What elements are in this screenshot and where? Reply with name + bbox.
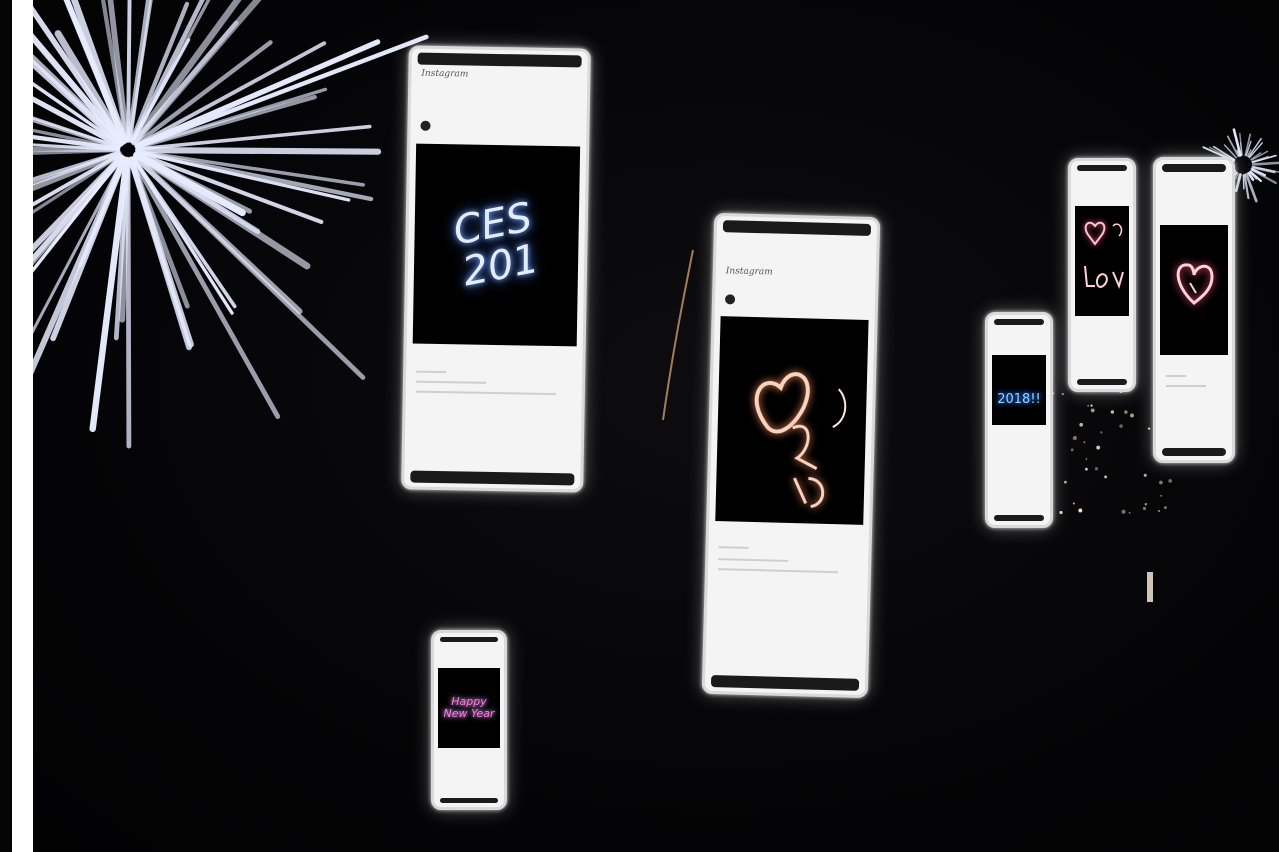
sparkle-dot: [1061, 393, 1064, 396]
post-neon-text: 2018!!: [997, 392, 1041, 408]
avatar: [420, 120, 431, 131]
phone-bottom-bar: [440, 798, 498, 803]
sparkle-dot: [1100, 431, 1103, 434]
post-image: [1160, 225, 1228, 355]
love-sparkler-drawing: [1084, 221, 1124, 289]
phone-top-bar: [1162, 164, 1226, 172]
sparkle-dot: [1059, 510, 1063, 515]
sparkle-dot: [1110, 410, 1115, 414]
sparkle-dot: [1079, 422, 1083, 427]
sparkle-dot: [1128, 511, 1131, 514]
sparkle-dot: [1160, 494, 1163, 497]
phone-top-bar: [994, 319, 1044, 325]
fireworks-layer: [33, 0, 1279, 602]
sparkle-dot: [1085, 467, 1088, 471]
phone-2018: 2018!!: [985, 312, 1053, 528]
sparkle-dot: [1078, 508, 1083, 513]
caption-line: [717, 568, 838, 574]
sparkle-dot: [1090, 404, 1093, 407]
caption-line: [1166, 375, 1186, 377]
caption-line: [416, 380, 487, 384]
sparkle-dot: [1090, 408, 1095, 413]
caption-line: [718, 558, 789, 562]
lamp-light: [1147, 572, 1153, 602]
sparkle-dot: [1144, 503, 1148, 506]
sparkle-dot: [1124, 410, 1128, 414]
phone-heart-center: Instagram: [701, 212, 881, 699]
sparkle-dot: [1072, 502, 1075, 505]
post-neon-text: Happy New Year: [443, 695, 495, 720]
fireworks-photo: Instagram CES 201 Instagram 2018!! Happy…: [33, 0, 1279, 852]
caption-line: [1166, 385, 1206, 387]
firework-streak: [134, 146, 382, 155]
post-neon-drawing: Happy New Year: [438, 668, 500, 748]
post-image: 2018!!: [992, 355, 1046, 425]
post-neon-drawing: CES 201: [413, 144, 580, 347]
phone-heart-right: [1153, 157, 1235, 463]
sparkle-dot: [1119, 424, 1123, 428]
caption-line: [416, 370, 447, 374]
phone-top-bar: [417, 52, 582, 68]
sparkle-dot: [1168, 478, 1173, 483]
sparkle-dot: [1163, 506, 1167, 510]
heart-sparkler-drawing: [754, 372, 847, 509]
sparkle-dot: [1070, 448, 1074, 452]
phone-top-bar: [722, 220, 872, 237]
post-neon-drawing: 2018!!: [992, 355, 1046, 425]
sparkle-dot: [1072, 436, 1077, 441]
sparkle-dot: [1143, 473, 1147, 477]
phone-love: [1068, 158, 1136, 392]
sparkle-dot: [1085, 458, 1088, 460]
phone-newyear: Happy New Year: [431, 630, 507, 810]
phone-bottom-bar: [1077, 379, 1127, 385]
phone-top-bar: [440, 637, 498, 642]
post-image: [1075, 206, 1129, 316]
sparkle-dot: [1104, 475, 1108, 479]
post-neon-text: CES 201: [449, 194, 543, 296]
phone-bottom-bar: [410, 470, 575, 486]
sparkle-dot: [1083, 441, 1086, 443]
sparkle-dot: [1094, 467, 1099, 471]
phone-bottom-bar: [994, 515, 1044, 521]
sparkle-dot: [1142, 506, 1147, 511]
sparkle-dot: [1157, 509, 1161, 513]
phone-top-bar: [1077, 165, 1127, 171]
heart-red-sparkler-drawing: [1176, 263, 1214, 305]
post-image: CES 201: [412, 143, 581, 347]
app-name-label: Instagram: [725, 266, 773, 278]
sparkle-dot: [1121, 509, 1126, 514]
sparkle-dot: [1159, 480, 1163, 485]
phone-bottom-bar: [710, 674, 860, 691]
sparkle-dot: [1096, 445, 1101, 450]
sparkle-dot: [1087, 404, 1090, 407]
firework-burst-large: [33, 0, 429, 449]
firework-streak: [1242, 174, 1245, 190]
app-name-label: Instagram: [421, 68, 469, 80]
avatar: [724, 294, 736, 305]
caption-line: [718, 546, 749, 549]
sparkler-trail: [662, 249, 694, 421]
caption-line: [415, 390, 556, 396]
firework-streak: [1251, 161, 1279, 166]
phone-bottom-bar: [1162, 448, 1226, 456]
sparkle-dot: [1130, 413, 1134, 418]
sparkle-dot: [1147, 427, 1151, 430]
phone-ces: Instagram CES 201: [401, 45, 591, 493]
sparkle-dot: [1063, 480, 1067, 484]
post-image: [715, 316, 869, 525]
post-image: Happy New Year: [438, 668, 500, 748]
photo-scene: Instagram CES 201 Instagram 2018!! Happy…: [0, 0, 1279, 852]
left-edge-strip: [0, 0, 12, 852]
